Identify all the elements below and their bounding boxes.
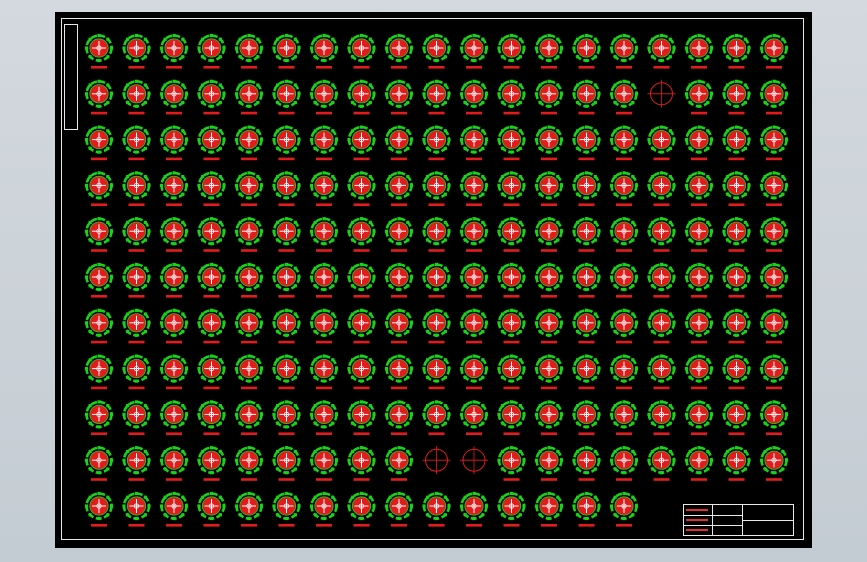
drawing-frame [61, 18, 804, 540]
title-block-divider [684, 525, 742, 526]
title-block-mark [686, 529, 708, 531]
revision-strip [64, 24, 78, 130]
drawing-sheet[interactable] [55, 12, 812, 548]
title-block-mark [686, 519, 708, 521]
title-block[interactable] [683, 504, 794, 536]
title-block-mark [686, 509, 708, 511]
title-block-divider [684, 515, 742, 516]
title-block-divider [712, 505, 713, 535]
title-block-divider [742, 520, 793, 521]
